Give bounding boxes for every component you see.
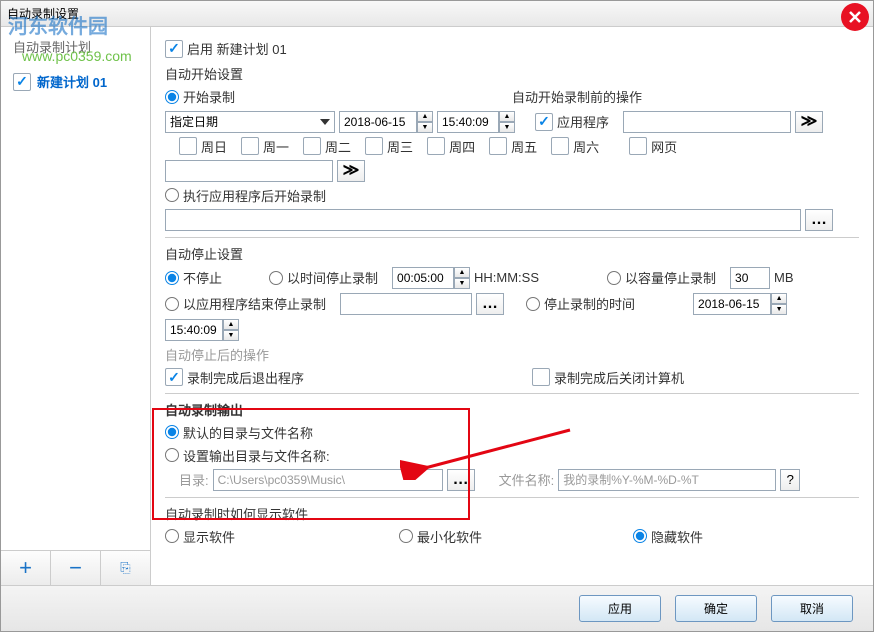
- sidebar-item-label: 新建计划 01: [37, 72, 107, 91]
- cancel-button[interactable]: 取消: [771, 595, 853, 622]
- down-icon[interactable]: ▼: [499, 122, 515, 133]
- dir-browse-button[interactable]: …: [447, 469, 475, 491]
- radio-icon: [165, 425, 179, 439]
- app-path-input[interactable]: [623, 111, 791, 133]
- exit-after-checkbox[interactable]: 录制完成后退出程序: [165, 368, 304, 387]
- output-title: 自动录制输出: [165, 400, 859, 419]
- radio-icon: [165, 297, 179, 311]
- enable-label: 启用 新建计划 01: [187, 39, 287, 58]
- day-tue[interactable]: 周二: [303, 137, 351, 156]
- execute-app-input[interactable]: [165, 209, 801, 231]
- no-stop-radio[interactable]: 不停止: [165, 268, 255, 287]
- web-checkbox[interactable]: 网页: [629, 137, 677, 156]
- remove-plan-button[interactable]: −: [51, 551, 101, 585]
- file-label: 文件名称:: [499, 470, 555, 489]
- day-sun[interactable]: 周日: [179, 137, 227, 156]
- file-help-button[interactable]: ?: [780, 469, 800, 491]
- sidebar: 自动录制计划 新建计划 01 + − ⎘: [1, 27, 151, 585]
- sidebar-title: 自动录制计划: [1, 27, 150, 66]
- radio-icon: [633, 529, 647, 543]
- add-plan-button[interactable]: +: [1, 551, 51, 585]
- radio-icon: [165, 529, 179, 543]
- radio-icon: [526, 297, 540, 311]
- day-sat[interactable]: 周六: [551, 137, 599, 156]
- auto-start-title: 自动开始设置: [165, 64, 859, 83]
- web-more-button[interactable]: ≫: [337, 160, 365, 182]
- web-url-input[interactable]: [165, 160, 333, 182]
- auto-stop-title: 自动停止设置: [165, 244, 859, 263]
- duration-unit: HH:MM:SS: [474, 270, 539, 285]
- size-unit: MB: [774, 270, 794, 285]
- display-title: 自动录制时如何显示软件: [165, 504, 859, 523]
- by-time-radio[interactable]: 以时间停止录制: [269, 268, 378, 287]
- day-thu[interactable]: 周四: [427, 137, 475, 156]
- ok-button[interactable]: 确定: [675, 595, 757, 622]
- stop-app-more-button[interactable]: …: [476, 293, 504, 315]
- execute-then-start-radio[interactable]: 执行应用程序后开始录制: [165, 186, 326, 205]
- custom-output-radio[interactable]: 设置输出目录与文件名称:: [165, 446, 330, 465]
- file-input[interactable]: [558, 469, 776, 491]
- dir-label: 目录:: [179, 470, 209, 489]
- stop-time-radio[interactable]: 停止录制的时间: [526, 294, 635, 313]
- up-icon[interactable]: ▲: [771, 293, 787, 304]
- hide-software-radio[interactable]: 隐藏软件: [633, 527, 703, 546]
- start-recording-radio[interactable]: 开始录制: [165, 87, 235, 106]
- show-software-radio[interactable]: 显示软件: [165, 527, 385, 546]
- check-icon: [165, 40, 183, 58]
- stop-duration-input[interactable]: [392, 267, 454, 289]
- app-checkbox[interactable]: 应用程序: [535, 112, 609, 131]
- up-icon[interactable]: ▲: [417, 111, 433, 122]
- down-icon[interactable]: ▼: [223, 330, 239, 341]
- check-icon: [165, 368, 183, 386]
- stop-time-input[interactable]: [165, 319, 223, 341]
- app-more-button[interactable]: ≫: [795, 111, 823, 133]
- sidebar-actions: + − ⎘: [1, 550, 150, 585]
- day-mon[interactable]: 周一: [241, 137, 289, 156]
- plan-checkbox[interactable]: [13, 73, 31, 91]
- up-icon[interactable]: ▲: [499, 111, 515, 122]
- copy-plan-button[interactable]: ⎘: [101, 551, 150, 585]
- close-button[interactable]: [841, 3, 869, 31]
- radio-icon: [165, 90, 179, 104]
- apply-button[interactable]: 应用: [579, 595, 661, 622]
- radio-icon: [165, 188, 179, 202]
- sidebar-item-plan[interactable]: 新建计划 01: [1, 66, 150, 97]
- radio-icon: [269, 271, 283, 285]
- radio-icon: [165, 271, 179, 285]
- main-panel: 启用 新建计划 01 自动开始设置 开始录制 自动开始录制前的操作 指定日期: [151, 27, 873, 585]
- up-icon[interactable]: ▲: [223, 319, 239, 330]
- after-stop-title: 自动停止后的操作: [165, 345, 859, 364]
- shutdown-after-checkbox[interactable]: 录制完成后关闭计算机: [532, 368, 684, 387]
- minimize-software-radio[interactable]: 最小化软件: [399, 527, 619, 546]
- date-mode-select[interactable]: 指定日期: [165, 111, 335, 133]
- down-icon[interactable]: ▼: [771, 304, 787, 315]
- execute-more-button[interactable]: …: [805, 209, 833, 231]
- day-fri[interactable]: 周五: [489, 137, 537, 156]
- down-icon[interactable]: ▼: [454, 278, 470, 289]
- down-icon[interactable]: ▼: [417, 122, 433, 133]
- dir-input[interactable]: [213, 469, 443, 491]
- stop-size-input[interactable]: [730, 267, 770, 289]
- enable-plan-checkbox[interactable]: 启用 新建计划 01: [165, 39, 287, 58]
- footer: 应用 确定 取消: [1, 585, 873, 631]
- radio-icon: [607, 271, 621, 285]
- start-date-input[interactable]: [339, 111, 417, 133]
- window-title: 自动录制设置: [7, 5, 79, 22]
- default-output-radio[interactable]: 默认的目录与文件名称: [165, 423, 313, 442]
- stop-date-input[interactable]: [693, 293, 771, 315]
- radio-icon: [165, 448, 179, 462]
- radio-icon: [399, 529, 413, 543]
- by-size-radio[interactable]: 以容量停止录制: [607, 268, 716, 287]
- by-app-end-radio[interactable]: 以应用程序结束停止录制: [165, 294, 326, 313]
- stop-app-input[interactable]: [340, 293, 472, 315]
- start-time-input[interactable]: [437, 111, 499, 133]
- titlebar: 自动录制设置: [1, 1, 873, 27]
- before-start-label: 自动开始录制前的操作: [512, 87, 642, 106]
- day-wed[interactable]: 周三: [365, 137, 413, 156]
- up-icon[interactable]: ▲: [454, 267, 470, 278]
- check-icon: [535, 113, 553, 131]
